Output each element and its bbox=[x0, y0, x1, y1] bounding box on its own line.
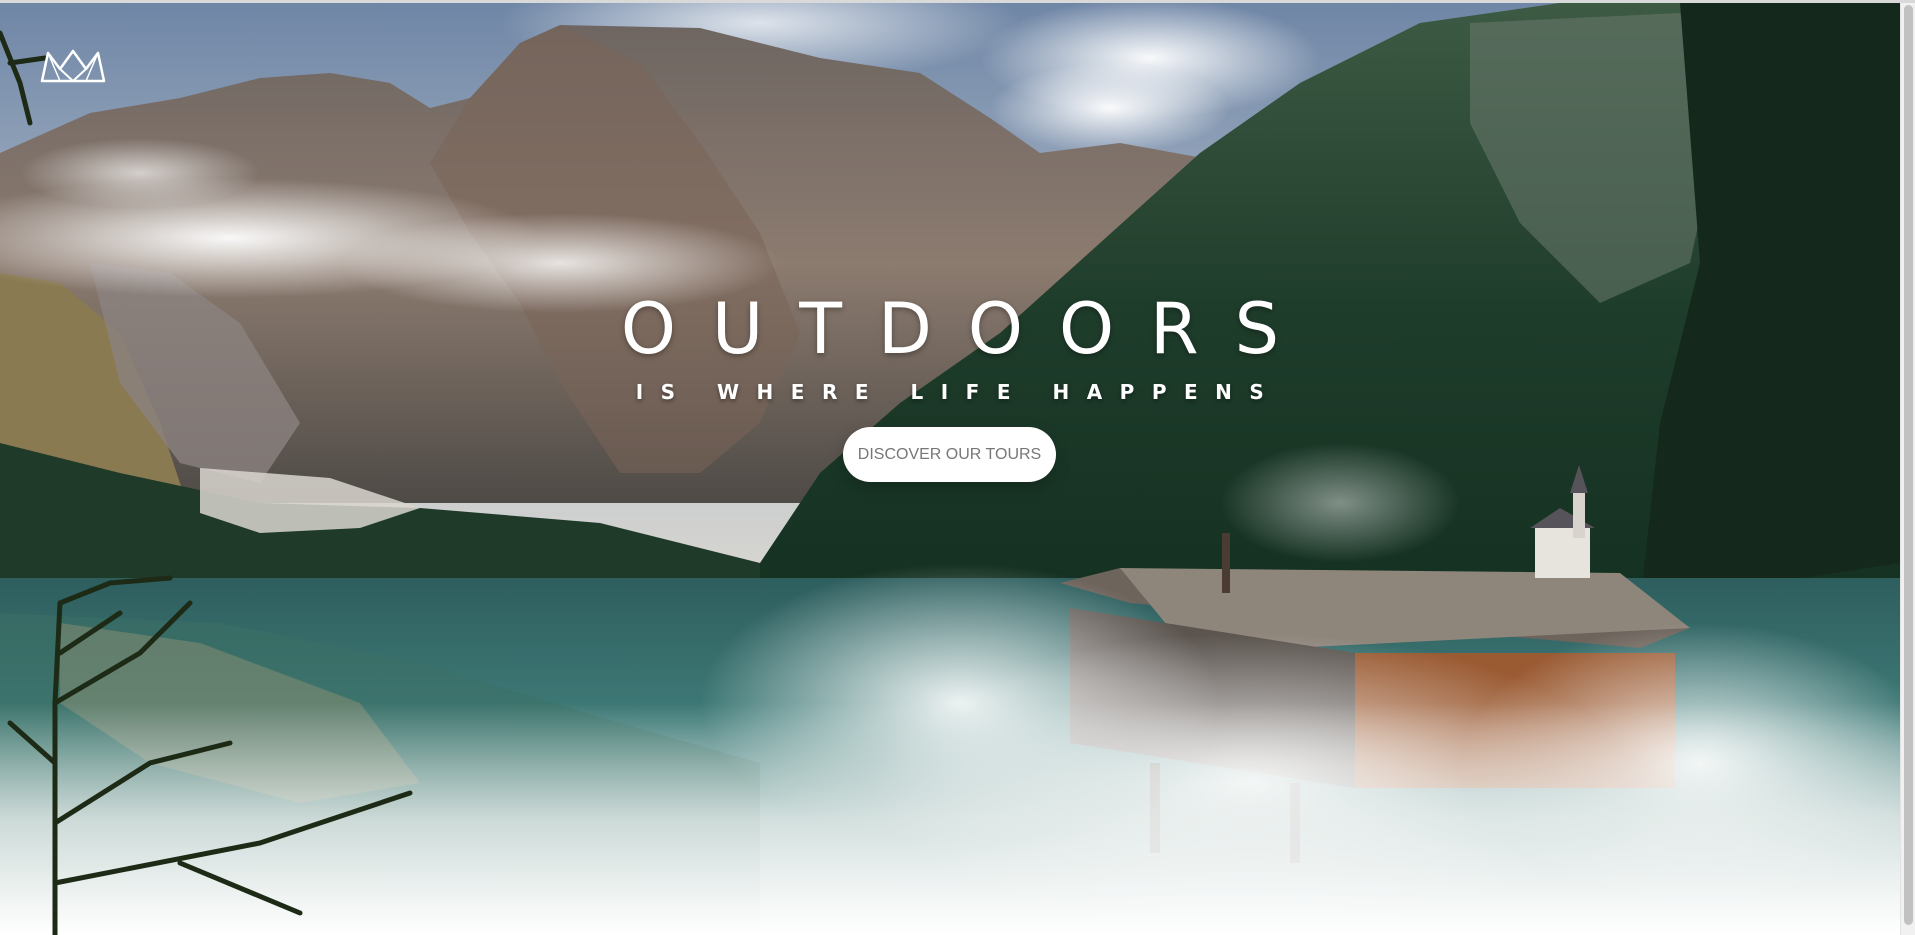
hero-heading: OUTDOORS IS WHERE LIFE HAPPENS bbox=[0, 289, 1900, 407]
page: OUTDOORS IS WHERE LIFE HAPPENS DISCOVER … bbox=[0, 0, 1915, 935]
crown-icon[interactable] bbox=[38, 47, 108, 87]
vertical-scrollbar[interactable] bbox=[1900, 3, 1915, 935]
discover-tours-button[interactable]: DISCOVER OUR TOURS bbox=[843, 427, 1056, 482]
hero-heading-sub: IS WHERE LIFE HAPPENS bbox=[635, 380, 1282, 404]
hero-heading-main: OUTDOORS bbox=[620, 288, 1316, 370]
scrollbar-thumb[interactable] bbox=[1904, 5, 1913, 925]
hero-section: OUTDOORS IS WHERE LIFE HAPPENS DISCOVER … bbox=[0, 3, 1900, 935]
